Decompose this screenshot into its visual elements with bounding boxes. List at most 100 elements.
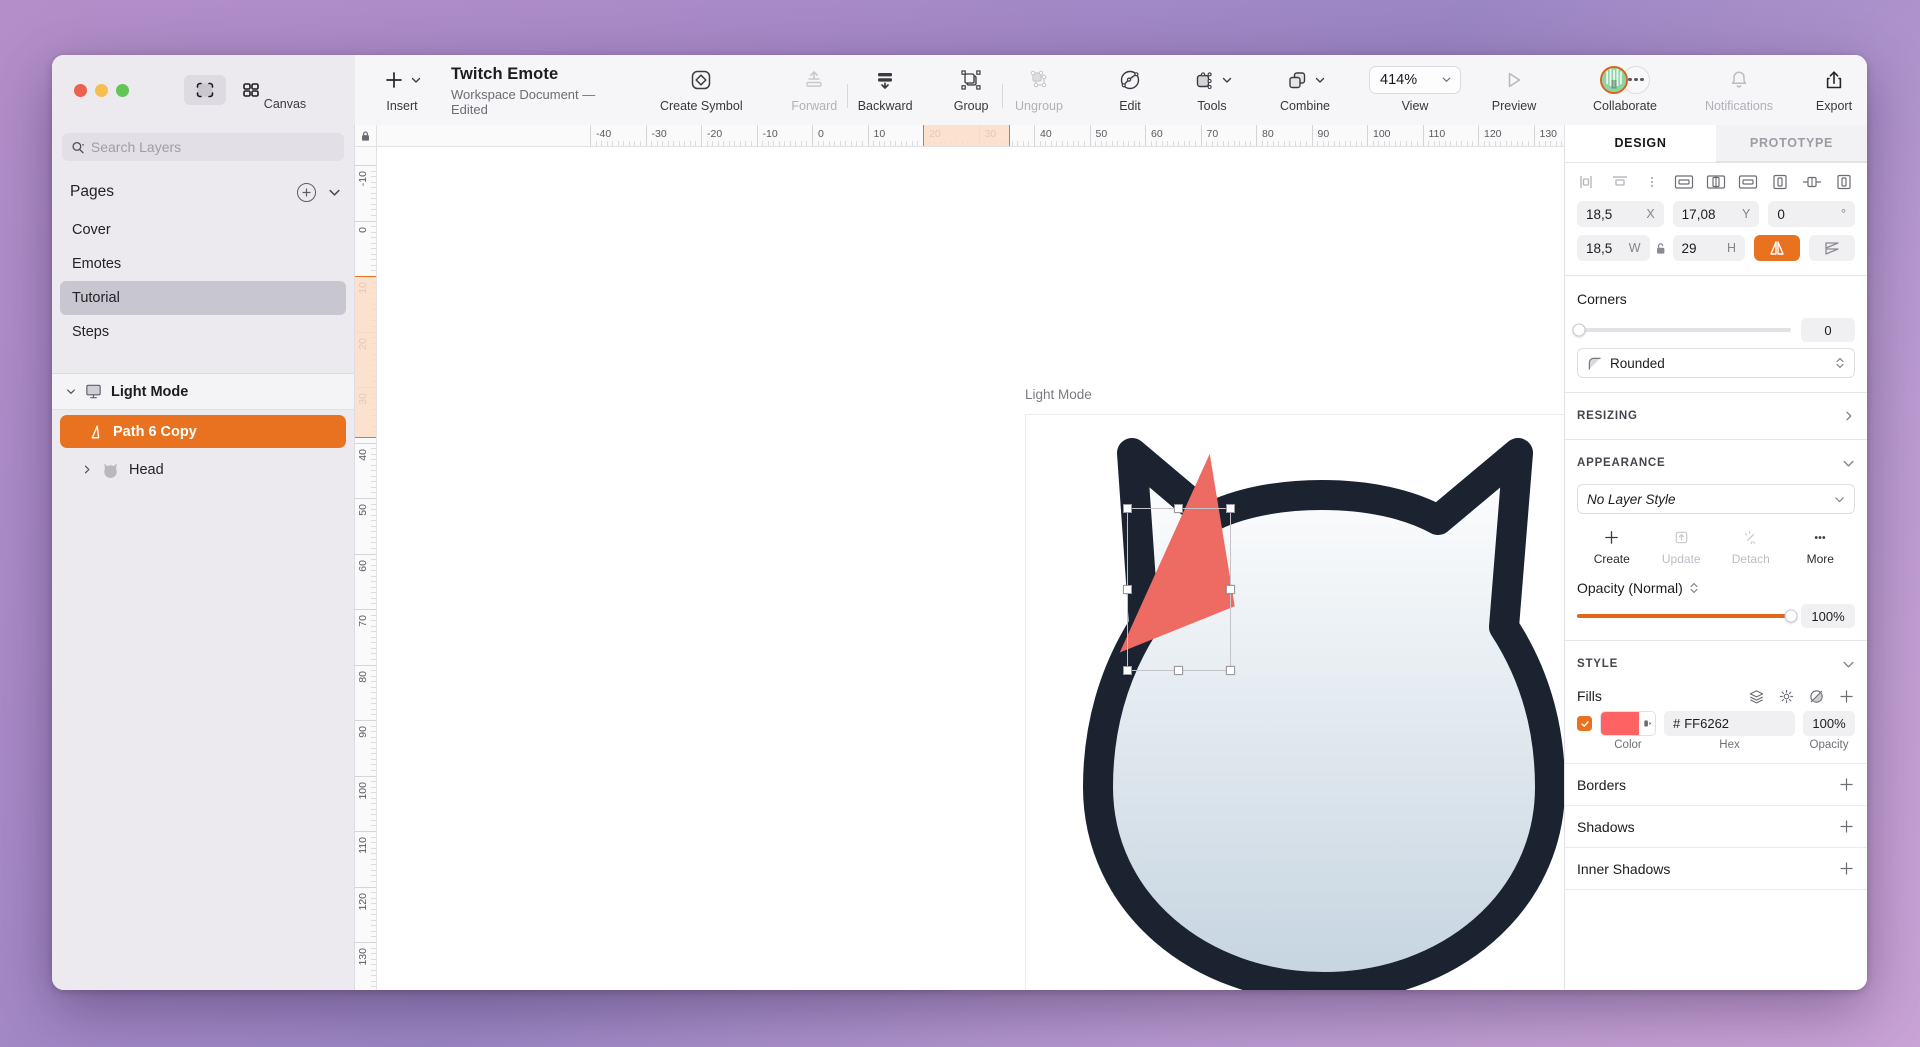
distribute-horizontal-icon[interactable] — [1767, 170, 1793, 194]
corners-slider-knob[interactable] — [1573, 324, 1586, 337]
collaborators[interactable] — [1600, 66, 1650, 94]
align-more-icon[interactable] — [1639, 170, 1665, 194]
toolbar-create-symbol[interactable]: Create Symbol — [653, 63, 749, 113]
y-field[interactable]: 17,08 Y — [1673, 201, 1760, 227]
align-bottom-icon[interactable] — [1735, 170, 1761, 194]
add-page-button[interactable] — [297, 183, 316, 202]
gear-icon[interactable] — [1778, 688, 1795, 705]
vertical-ruler[interactable]: -100102030405060708090100110120130 — [355, 147, 377, 990]
chevron-right-icon[interactable] — [1843, 410, 1855, 422]
layer-row-head[interactable]: Head — [60, 453, 346, 486]
x-field[interactable]: 18,5 X — [1577, 201, 1664, 227]
toolbar-notifications[interactable]: Notifications — [1689, 63, 1789, 113]
align-center-horizontal-icon[interactable] — [1607, 170, 1633, 194]
fill-hex-field[interactable]: # FF6262 — [1664, 711, 1795, 736]
zoom-level-field[interactable]: 414% — [1369, 66, 1461, 94]
search-input[interactable] — [91, 139, 335, 155]
artboard-expand-chevron-icon[interactable] — [66, 386, 76, 397]
fill-type-dropdown[interactable] — [1639, 712, 1655, 735]
create-style-button[interactable]: Create — [1577, 526, 1647, 566]
flip-vertical-button[interactable] — [1809, 235, 1855, 261]
emote-artwork[interactable] — [1026, 415, 1564, 990]
blend-icon[interactable] — [1808, 688, 1825, 705]
horizontal-ruler[interactable]: -40-30-20-100102030405060708090100110120… — [355, 125, 1564, 147]
horizontal-ruler-track[interactable]: -40-30-20-100102030405060708090100110120… — [377, 125, 1564, 146]
shadows-section[interactable]: Shadows — [1565, 805, 1867, 847]
style-section-header[interactable]: STYLE — [1565, 647, 1867, 681]
plus-icon[interactable] — [1838, 860, 1855, 877]
corners-slider[interactable] — [1577, 328, 1791, 332]
appearance-section-header[interactable]: APPEARANCE — [1565, 446, 1867, 480]
plus-icon[interactable] — [1838, 688, 1855, 705]
toolbar-backward[interactable]: Backward — [848, 63, 922, 113]
opacity-slider-row: 100% — [1565, 602, 1867, 630]
plus-icon[interactable] — [1838, 818, 1855, 835]
close-window-button[interactable] — [74, 84, 87, 97]
plus-icon[interactable] — [1838, 776, 1855, 793]
chevron-down-icon[interactable] — [1842, 658, 1855, 671]
artboard-light-mode[interactable] — [1025, 414, 1564, 990]
chevron-down-icon[interactable] — [1842, 457, 1855, 470]
page-item-cover[interactable]: Cover — [60, 213, 346, 247]
layer-style-select[interactable]: No Layer Style — [1577, 484, 1855, 514]
stepper-chevrons-icon[interactable] — [1835, 356, 1845, 370]
opacity-slider-knob[interactable] — [1785, 610, 1798, 623]
opacity-value-field[interactable]: 100% — [1801, 604, 1855, 628]
maximize-window-button[interactable] — [116, 84, 129, 97]
distribute-vertical-icon[interactable] — [1799, 170, 1825, 194]
flip-horizontal-button[interactable] — [1754, 235, 1800, 261]
toolbar-edit[interactable]: Edit — [1103, 63, 1157, 113]
toolbar-export[interactable]: Export — [1801, 63, 1867, 113]
window-controls[interactable] — [74, 84, 129, 97]
inner-shadows-section[interactable]: Inner Shadows — [1565, 847, 1867, 889]
toolbar-tools[interactable]: Tools — [1179, 63, 1245, 113]
canvas-view-button[interactable] — [184, 75, 226, 105]
layer-expand-chevron-icon[interactable] — [82, 464, 92, 475]
distribute-spacing-icon[interactable] — [1831, 170, 1857, 194]
align-top-icon[interactable] — [1671, 170, 1697, 194]
corners-value-field[interactable]: 0 — [1801, 318, 1855, 342]
height-field[interactable]: 29 H — [1673, 235, 1746, 261]
more-style-button[interactable]: More — [1786, 526, 1856, 566]
page-item-tutorial[interactable]: Tutorial — [60, 281, 346, 315]
tab-design[interactable]: DESIGN — [1565, 125, 1716, 162]
lock-proportions-button[interactable] — [1655, 242, 1668, 255]
update-style-button[interactable]: Update — [1647, 526, 1717, 566]
align-middle-icon[interactable] — [1703, 170, 1729, 194]
page-item-steps[interactable]: Steps — [60, 315, 346, 349]
avatar[interactable] — [1600, 66, 1628, 94]
borders-section[interactable]: Borders — [1565, 763, 1867, 805]
toolbar-collaborate[interactable]: Collaborate — [1575, 63, 1675, 113]
fill-opacity-field[interactable]: 100% — [1803, 711, 1855, 736]
page-item-emotes[interactable]: Emotes — [60, 247, 346, 281]
toolbar-ungroup[interactable]: Ungroup — [1003, 63, 1075, 113]
align-left-icon[interactable] — [1575, 170, 1601, 194]
insert-icons — [383, 63, 422, 96]
opacity-slider[interactable] — [1577, 614, 1791, 618]
layer-row-path-6-copy[interactable]: Path 6 Copy — [60, 415, 346, 448]
detach-style-button[interactable]: Detach — [1716, 526, 1786, 566]
fill-color-swatch[interactable] — [1600, 711, 1656, 736]
artboard-label[interactable]: Light Mode — [1025, 387, 1092, 402]
chevron-down-icon[interactable] — [1834, 494, 1845, 505]
canvas-viewport[interactable]: Light Mode — [377, 147, 1564, 990]
toolbar-group[interactable]: Group — [940, 63, 1002, 113]
toolbar-forward[interactable]: Forward — [781, 63, 847, 113]
layer-artboard-light-mode[interactable]: Light Mode — [52, 374, 354, 410]
toolbar-combine[interactable]: Combine — [1267, 63, 1343, 113]
resizing-section-header[interactable]: RESIZING — [1565, 399, 1867, 433]
tab-prototype[interactable]: PROTOTYPE — [1716, 125, 1867, 162]
blend-mode-stepper-icon[interactable] — [1689, 581, 1699, 595]
search-layers-box[interactable] — [62, 133, 344, 161]
toolbar-view[interactable]: 414% View — [1369, 63, 1461, 113]
rotation-field[interactable]: 0 ° — [1768, 201, 1855, 227]
layers-icon[interactable] — [1748, 688, 1765, 705]
ruler-lock-corner[interactable] — [355, 125, 377, 146]
minimize-window-button[interactable] — [95, 84, 108, 97]
fill-enabled-checkbox[interactable] — [1577, 716, 1592, 731]
width-field[interactable]: 18,5 W — [1577, 235, 1650, 261]
toolbar-preview[interactable]: Preview — [1481, 63, 1547, 113]
pages-collapse-chevron-icon[interactable] — [328, 186, 341, 199]
toolbar-insert[interactable]: Insert — [371, 63, 433, 113]
corner-type-select[interactable]: Rounded — [1577, 348, 1855, 378]
